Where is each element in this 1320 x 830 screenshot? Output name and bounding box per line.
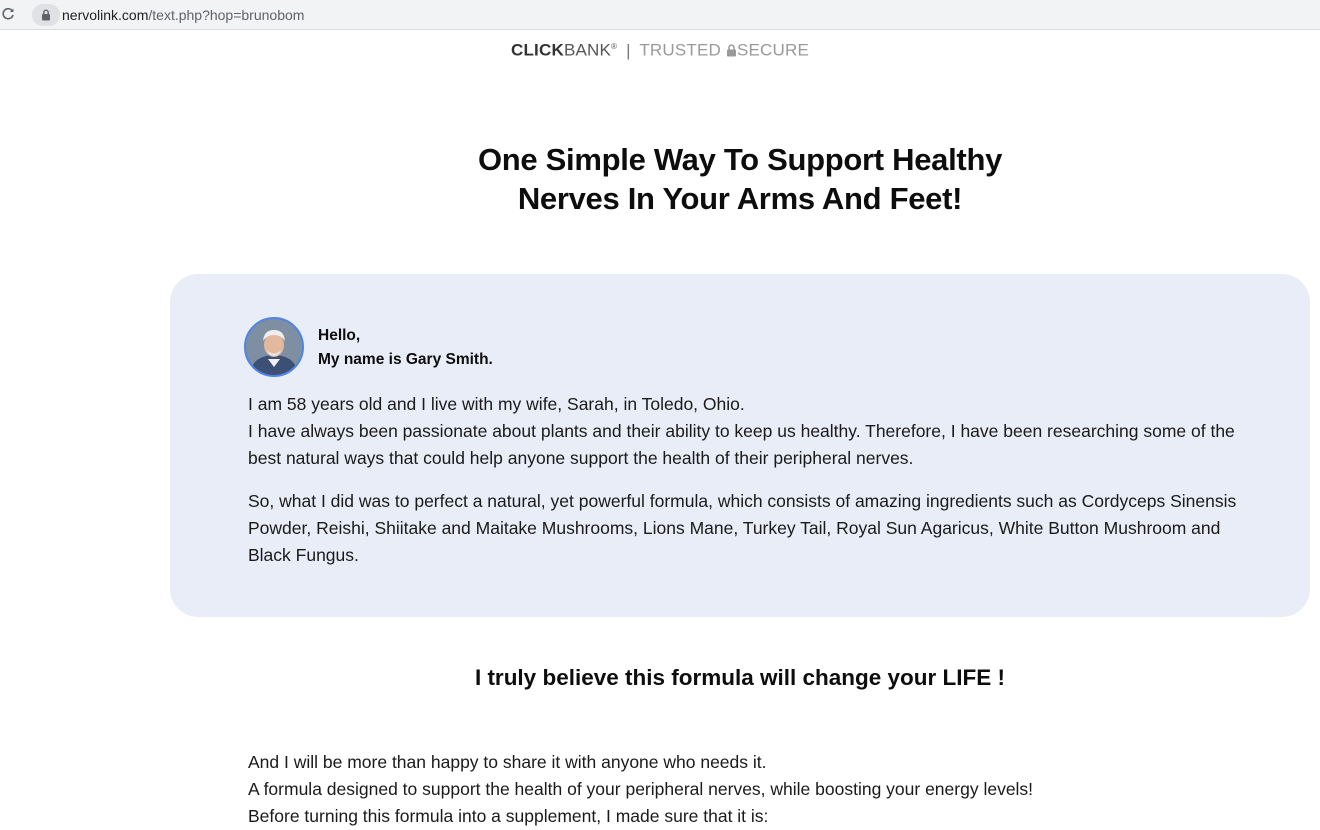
intro-text: I am 58 years old and I live with my wif… [248,391,1248,585]
trusted-label: TRUSTED [639,40,722,60]
headline-line-1: One Simple Way To Support Healthy [477,142,1003,177]
lock-icon[interactable] [32,4,60,26]
avatar [244,317,304,377]
body-line-1: And I will be more than happy to share i… [248,752,767,772]
browser-address-bar: nervolink.com/text.php?hop=brunobom [0,0,1320,30]
url-domain: nervolink.com [62,7,149,23]
trust-separator: | [626,40,631,60]
intro-paragraph-1-line-1: I am 58 years old and I live with my wif… [248,394,745,414]
url-text: nervolink.com/text.php?hop=brunobom [62,7,304,23]
padlock-icon [726,41,737,63]
url-path: /text.php?hop=brunobom [148,7,305,23]
registered-mark: ® [611,42,618,51]
intro-paragraph-2: So, what I did was to perfect a natural,… [248,491,1237,565]
brand-bank: BANK [563,40,612,60]
greeting-name: My name is Gary Smith. [318,351,493,368]
intro-paragraph-1: I am 58 years old and I live with my wif… [248,391,1248,472]
subheadline: I truly believe this formula will change… [474,665,1006,690]
intro-card: Hello, My name is Gary Smith. I am 58 ye… [170,274,1310,617]
brand-click: CLICK [510,40,564,60]
reload-icon[interactable] [0,6,16,22]
body-text: And I will be more than happy to share i… [248,749,1248,830]
greeting: Hello, My name is Gary Smith. [318,324,493,372]
secure-label: SECURE [736,40,810,60]
body-line-2: A formula designed to support the health… [248,779,1034,799]
headline-line-2: Nerves In Your Arms And Feet! [517,181,963,216]
url-field[interactable]: nervolink.com/text.php?hop=brunobom [32,3,1320,27]
body-line-3: Before turning this formula into a suppl… [248,806,769,826]
avatar-photo-icon [246,319,302,375]
page-headline: One Simple Way To Support Healthy Nerves… [400,140,1080,218]
intro-paragraph-1-line-2: I have always been passionate about plan… [248,421,1235,468]
greeting-hello: Hello, [318,327,361,344]
clickbank-trust-badge: CLICKBANK® | TRUSTED SECURE [0,36,1320,60]
